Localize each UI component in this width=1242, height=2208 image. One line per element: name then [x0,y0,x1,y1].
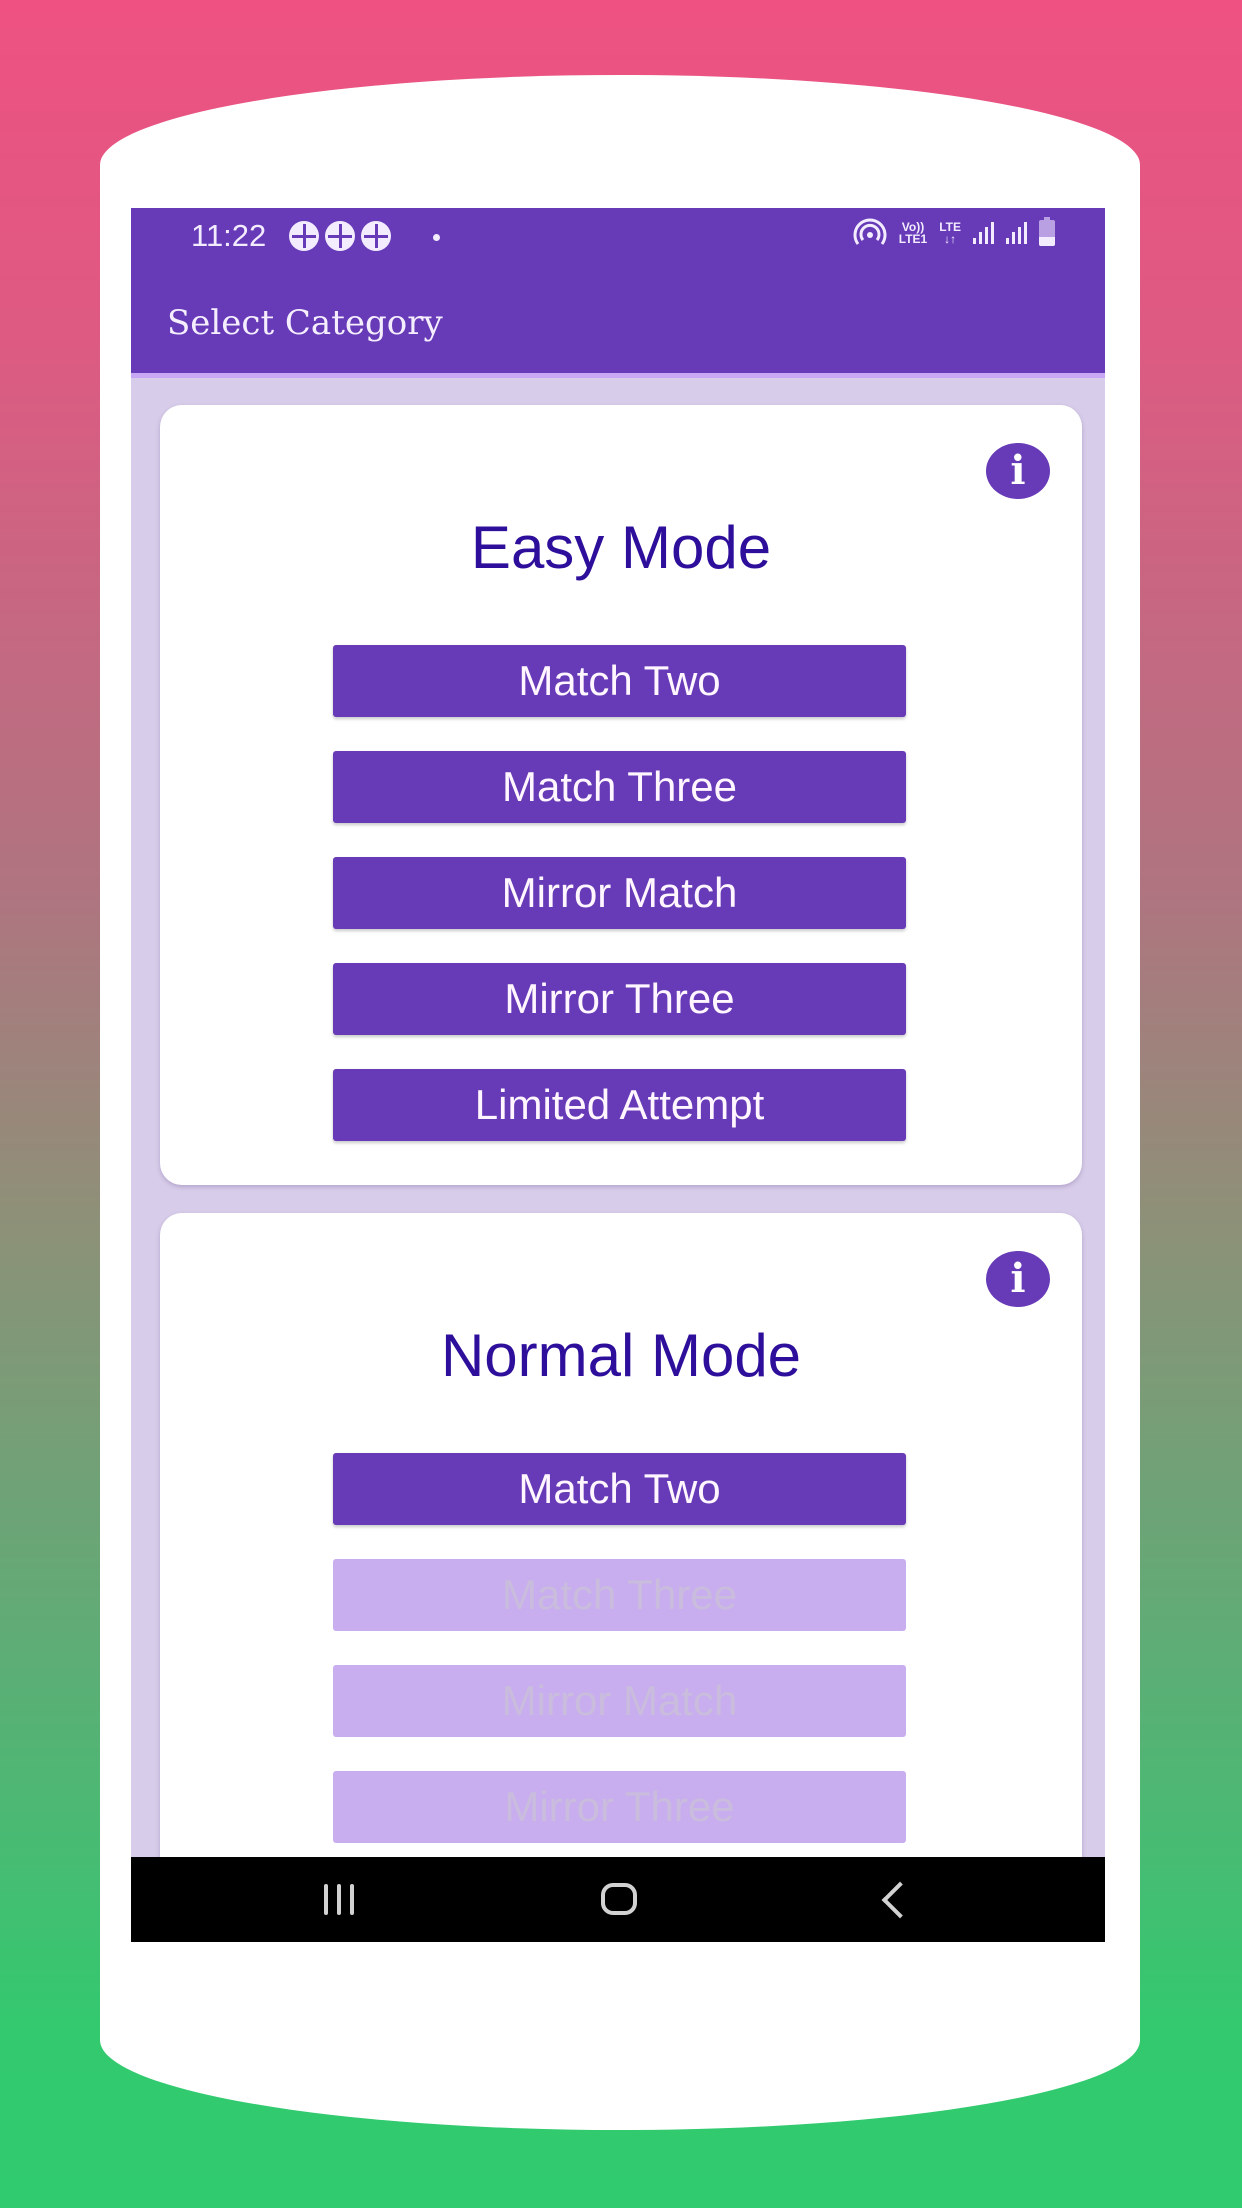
recents-icon[interactable] [324,1884,354,1915]
mirror-three-button: Mirror Three [333,1771,906,1843]
mode-button-list: Match Two Match Three Mirror Match Mirro… [333,1453,906,1857]
lte-indicator: LTE ↓↑ [939,221,961,245]
normal-mode-card: i Normal Mode Match Two Match Three Mirr… [160,1213,1082,1857]
mode-title: Normal Mode [440,1322,802,1389]
data-activity-icon: ↓↑ [944,232,957,246]
lte1-label: LTE1 [898,232,928,246]
volte-indicator: Vo)) LTE1 [899,221,927,245]
mirror-three-button[interactable]: Mirror Three [333,963,906,1035]
page-title: Select Category [167,303,443,343]
status-time: 11:22 [191,218,267,253]
notification-icons [289,221,391,251]
limited-attempt-button[interactable]: Limited Attempt [333,1069,906,1141]
home-icon[interactable] [601,1883,637,1915]
mirror-match-button[interactable]: Mirror Match [333,857,906,929]
signal-icon [973,222,994,244]
signal-icon [1006,222,1027,244]
pinwheel-icon [289,221,319,251]
info-icon[interactable]: i [986,1251,1050,1307]
battery-icon [1039,217,1055,246]
match-three-button: Match Three [333,1559,906,1631]
mirror-match-button: Mirror Match [333,1665,906,1737]
category-list[interactable]: i Easy Mode Match Two Match Three Mirror… [131,378,1105,1857]
more-notifications-dot-icon [433,234,440,241]
match-two-button[interactable]: Match Two [333,1453,906,1525]
status-bar: 11:22 Vo)) LTE1 LTE ↓↑ [131,208,1105,265]
back-icon[interactable] [881,1881,919,1919]
status-indicators: Vo)) LTE1 LTE ↓↑ [853,217,1055,248]
hotspot-icon [853,218,887,245]
system-navigation-bar [131,1857,1105,1942]
info-icon[interactable]: i [986,443,1050,499]
easy-mode-card: i Easy Mode Match Two Match Three Mirror… [160,405,1082,1185]
pinwheel-icon [325,221,355,251]
mode-button-list: Match Two Match Three Mirror Match Mirro… [333,645,906,1175]
app-bar: Select Category [131,265,1105,378]
match-three-button[interactable]: Match Three [333,751,906,823]
pinwheel-icon [361,221,391,251]
match-two-button[interactable]: Match Two [333,645,906,717]
mode-title: Easy Mode [470,514,772,581]
phone-screen: 11:22 Vo)) LTE1 LTE ↓↑ Select Category i… [131,208,1105,1942]
